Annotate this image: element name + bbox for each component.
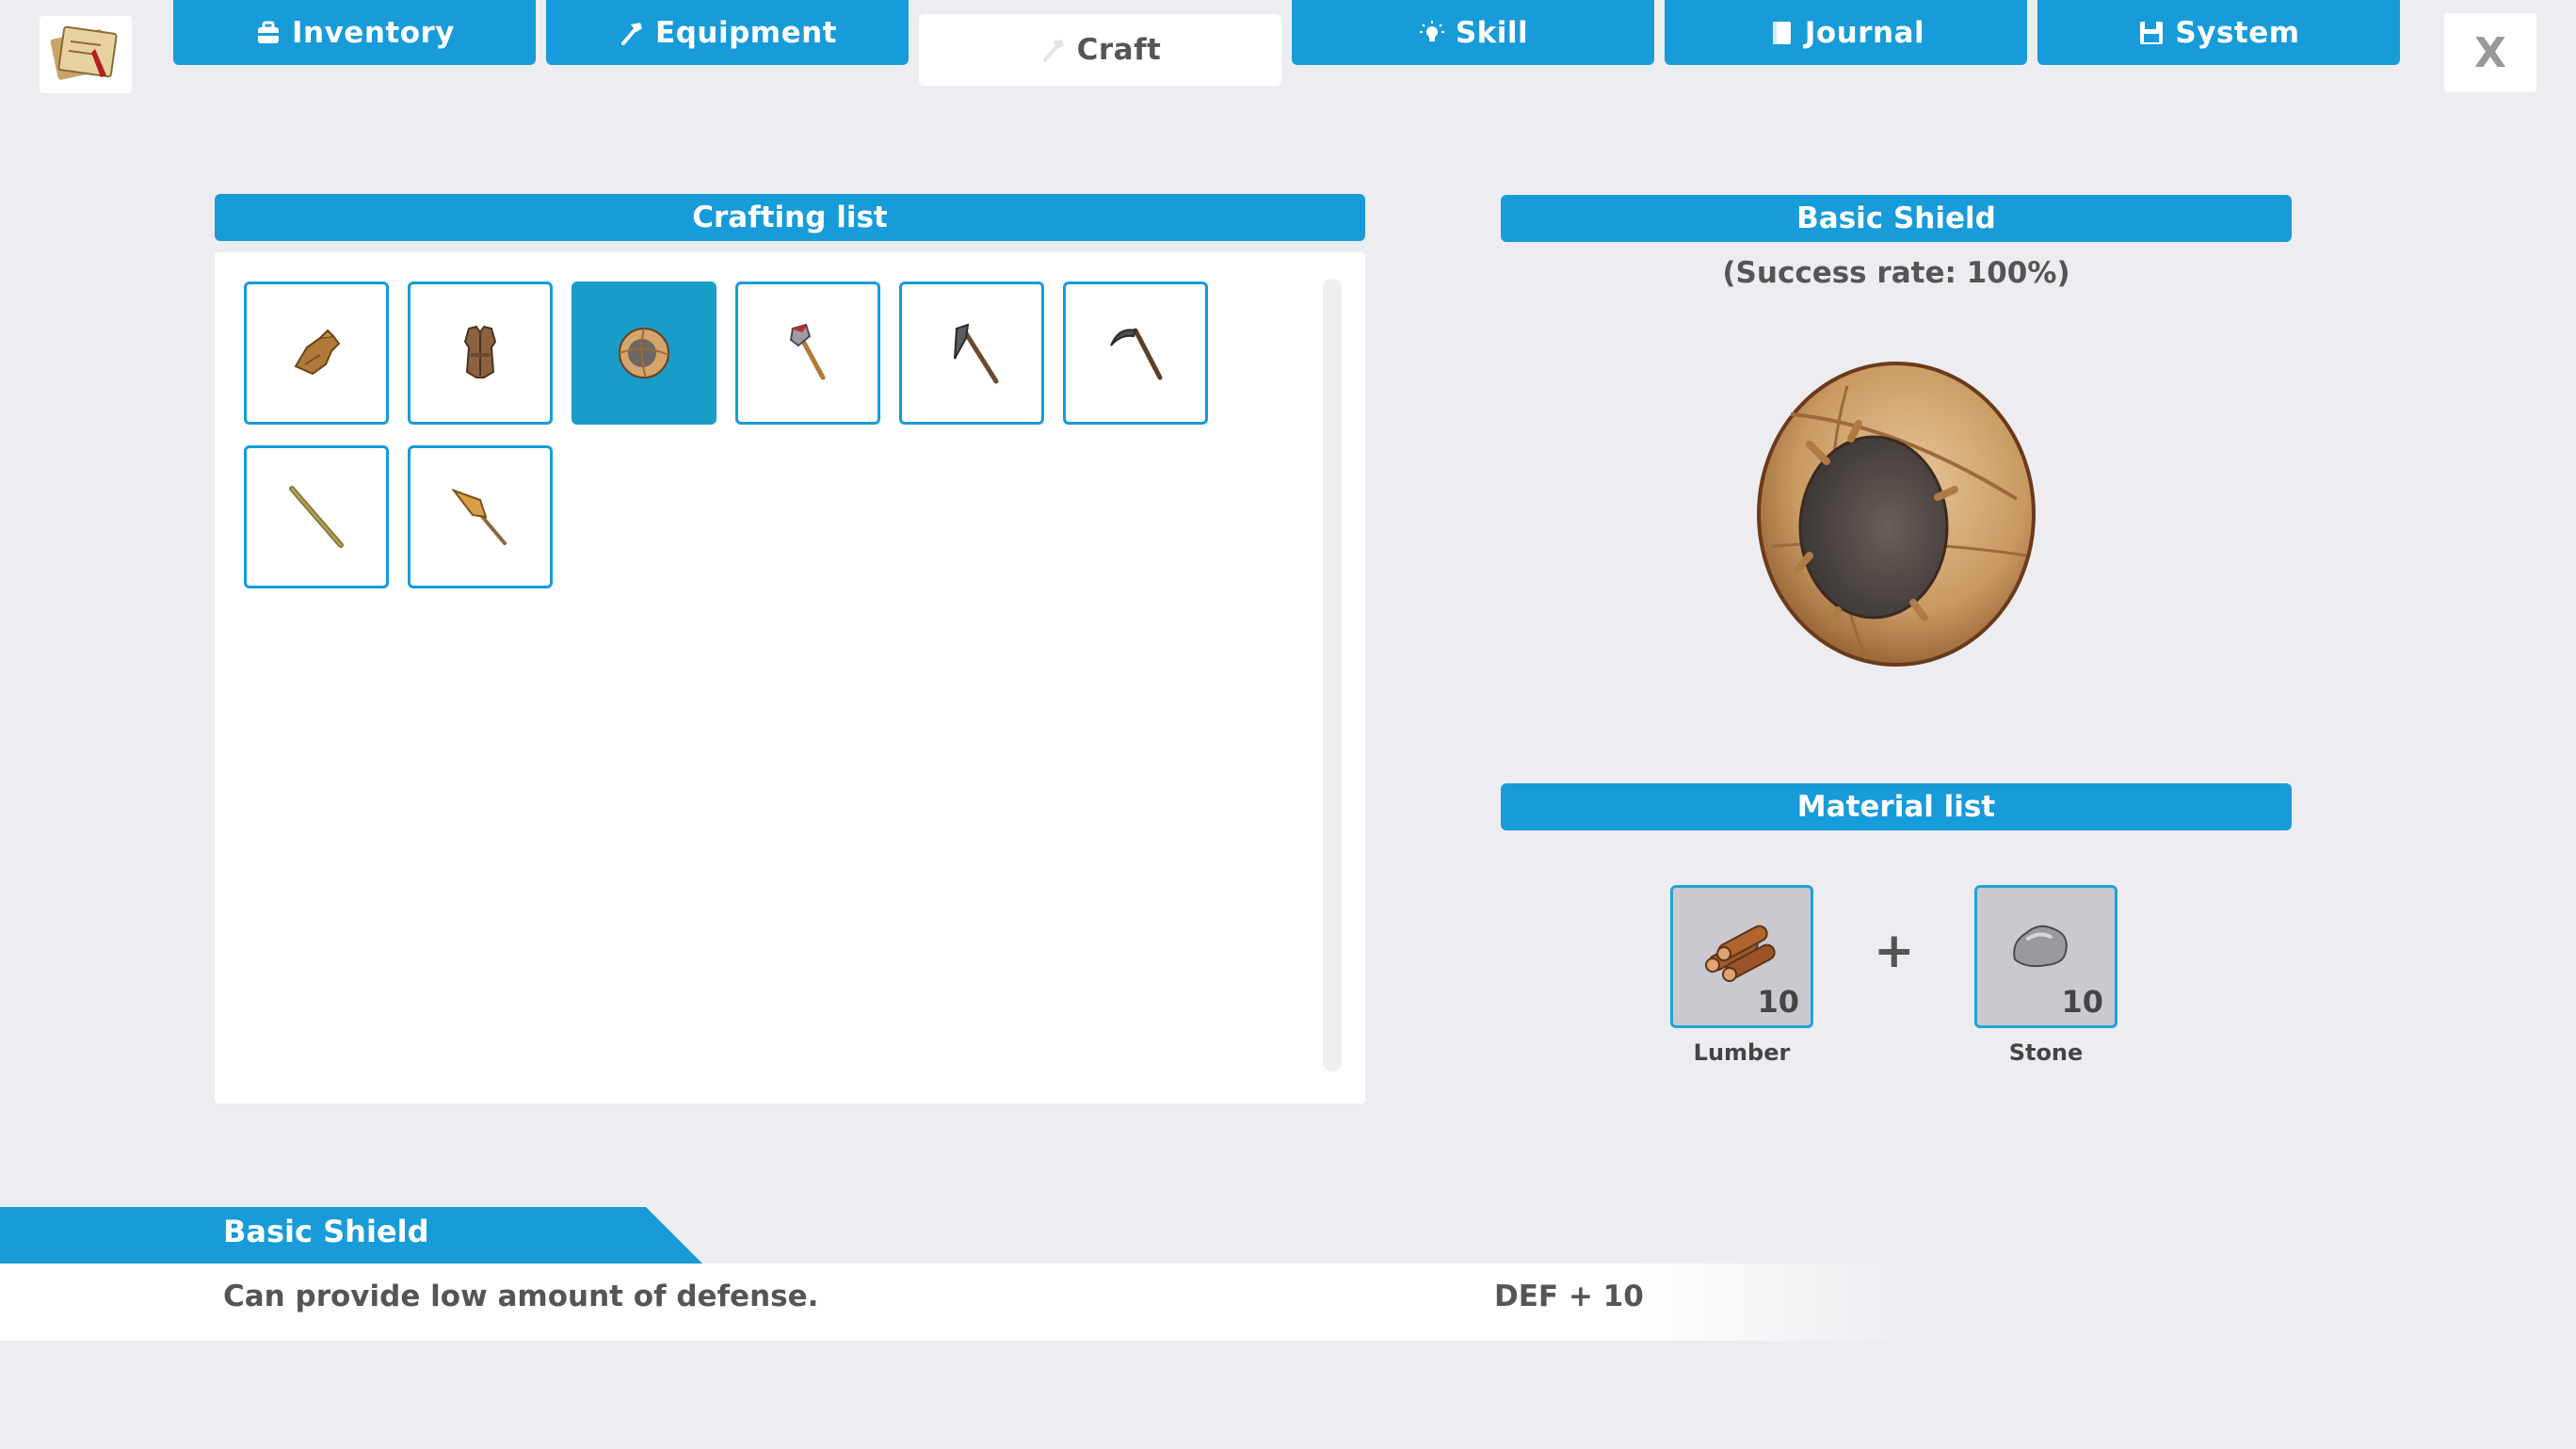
material-count: 10 xyxy=(2061,984,2103,1020)
tab-system-label: System xyxy=(2175,15,2300,50)
spear-icon xyxy=(451,488,507,545)
crafting-list-title: Crafting list xyxy=(692,201,888,234)
wooden-stick-icon xyxy=(289,486,344,548)
craft-slot-wooden-stick[interactable] xyxy=(244,445,389,588)
recipe-preview xyxy=(1753,358,2036,674)
crafting-list-header: Crafting list xyxy=(215,194,1365,241)
tab-craft-label: Craft xyxy=(1076,33,1162,67)
close-button[interactable]: X xyxy=(2444,13,2536,92)
craft-slot-leather-vest[interactable] xyxy=(408,282,553,425)
glove-icon xyxy=(294,329,341,376)
tab-equipment[interactable]: Equipment xyxy=(546,0,909,65)
crafting-list-scrollbar[interactable] xyxy=(1323,279,1342,1071)
craft-slot-pickaxe[interactable] xyxy=(899,282,1044,425)
tab-inventory[interactable]: Inventory xyxy=(173,0,536,65)
plus-sign: + xyxy=(1874,923,1915,979)
item-info-title: Basic Shield xyxy=(223,1214,429,1249)
tab-journal[interactable]: Journal xyxy=(1665,0,2027,65)
sickle-icon xyxy=(1110,328,1163,380)
recipe-title-header: Basic Shield xyxy=(1501,195,2292,242)
save-icon xyxy=(2137,19,2165,47)
craft-slot-glove[interactable] xyxy=(244,282,389,425)
material-list-title: Material list xyxy=(1796,790,1996,824)
lightbulb-icon xyxy=(1418,19,1446,47)
tab-system[interactable]: System xyxy=(2037,0,2400,65)
basic-shield-icon xyxy=(1757,362,2036,667)
craft-slot-basic-shield[interactable] xyxy=(572,282,716,425)
material-label-stone: Stone xyxy=(2008,1039,2084,1066)
hammer-icon xyxy=(1039,36,1068,64)
craft-slot-sickle[interactable] xyxy=(1063,282,1208,425)
material-label-lumber: Lumber xyxy=(1693,1039,1791,1066)
basic-shield-icon xyxy=(619,328,669,378)
leather-vest-icon xyxy=(463,325,497,378)
axe-icon xyxy=(789,323,826,380)
success-rate: (Success rate: 100%) xyxy=(1722,256,2070,290)
material-list-header: Material list xyxy=(1501,783,2292,830)
tab-inventory-label: Inventory xyxy=(291,15,456,50)
backpack-icon xyxy=(254,19,282,47)
recipe-scroll-icon xyxy=(50,25,118,80)
notebook-icon xyxy=(1767,19,1795,47)
material-slot-lumber[interactable]: 10 xyxy=(1670,885,1813,1028)
craft-slot-axe[interactable] xyxy=(735,282,880,425)
hammer-icon xyxy=(618,19,646,47)
craft-book-logo xyxy=(40,16,132,93)
recipe-title: Basic Shield xyxy=(1796,201,1996,235)
tab-skill[interactable]: Skill xyxy=(1292,0,1654,65)
stone-icon xyxy=(2013,925,2068,968)
item-description: Can provide low amount of defense. xyxy=(223,1280,819,1313)
pickaxe-icon xyxy=(954,323,999,384)
lumber-icon xyxy=(1705,925,1776,982)
craft-slot-spear[interactable] xyxy=(408,445,553,588)
material-count: 10 xyxy=(1757,984,1799,1020)
tab-craft[interactable]: Craft xyxy=(919,14,1281,86)
item-stat: DEF + 10 xyxy=(1494,1280,1644,1313)
material-slot-stone[interactable]: 10 xyxy=(1974,885,2117,1028)
tab-journal-label: Journal xyxy=(1804,15,1925,50)
tab-skill-label: Skill xyxy=(1455,15,1529,50)
tab-equipment-label: Equipment xyxy=(655,15,837,50)
